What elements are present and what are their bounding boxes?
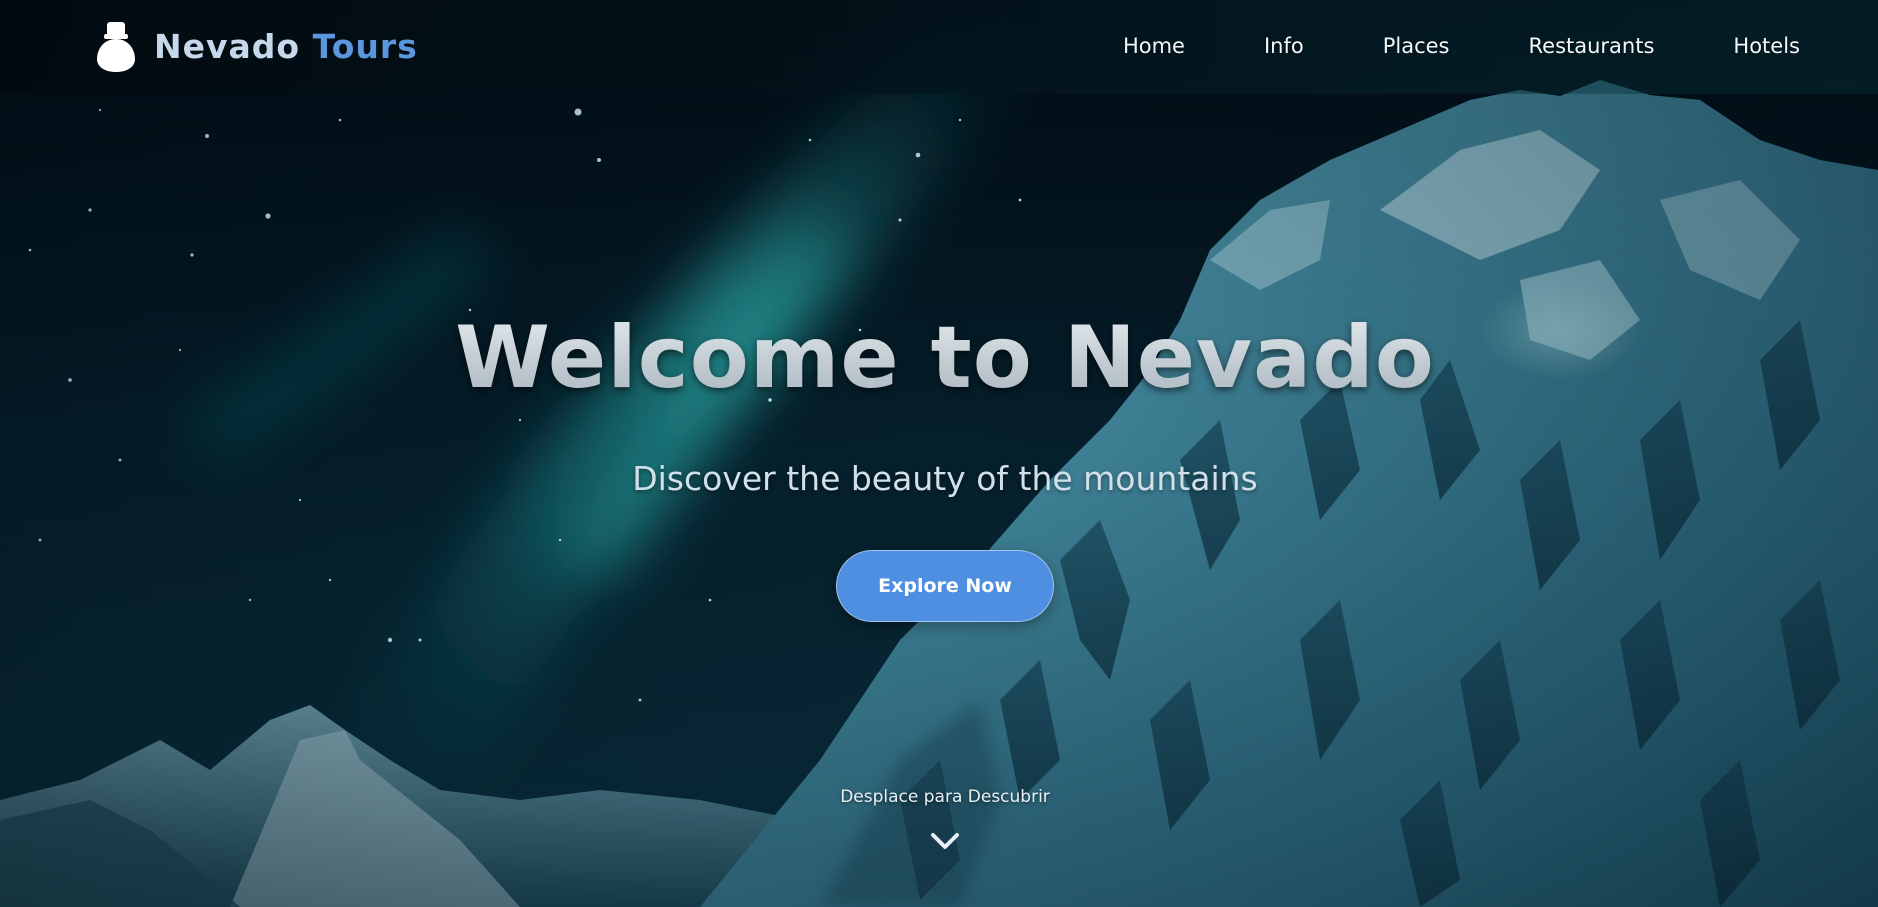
landing-page: Nevado Tours Home Info Places Restaurant… — [0, 0, 1878, 907]
brand-name-accent: Tours — [312, 26, 418, 66]
top-navbar: Nevado Tours Home Info Places Restaurant… — [0, 0, 1878, 94]
explore-now-button[interactable]: Explore Now — [836, 550, 1054, 622]
nav-link-info[interactable]: Info — [1264, 34, 1304, 58]
brand-name-primary: Nevado — [154, 26, 301, 66]
nav-link-restaurants[interactable]: Restaurants — [1529, 34, 1655, 58]
nav-link-hotels[interactable]: Hotels — [1733, 34, 1800, 58]
nav-link-home[interactable]: Home — [1123, 34, 1185, 58]
chevron-down-icon[interactable] — [929, 830, 961, 852]
brand-logo[interactable]: Nevado Tours — [96, 18, 418, 74]
snow-mountain-hat-icon — [97, 22, 135, 72]
hero-title: Welcome to Nevado — [0, 308, 1878, 408]
hero-subtitle: Discover the beauty of the mountains — [632, 459, 1258, 498]
nav-link-places[interactable]: Places — [1383, 34, 1450, 58]
nav-links: Home Info Places Restaurants Hotels — [1123, 26, 1800, 66]
brand-name: Nevado Tours — [154, 27, 418, 66]
hero-section: Welcome to Nevado Discover the beauty of… — [0, 0, 1878, 907]
scroll-hint-text: Desplace para Descubrir — [840, 787, 1050, 807]
